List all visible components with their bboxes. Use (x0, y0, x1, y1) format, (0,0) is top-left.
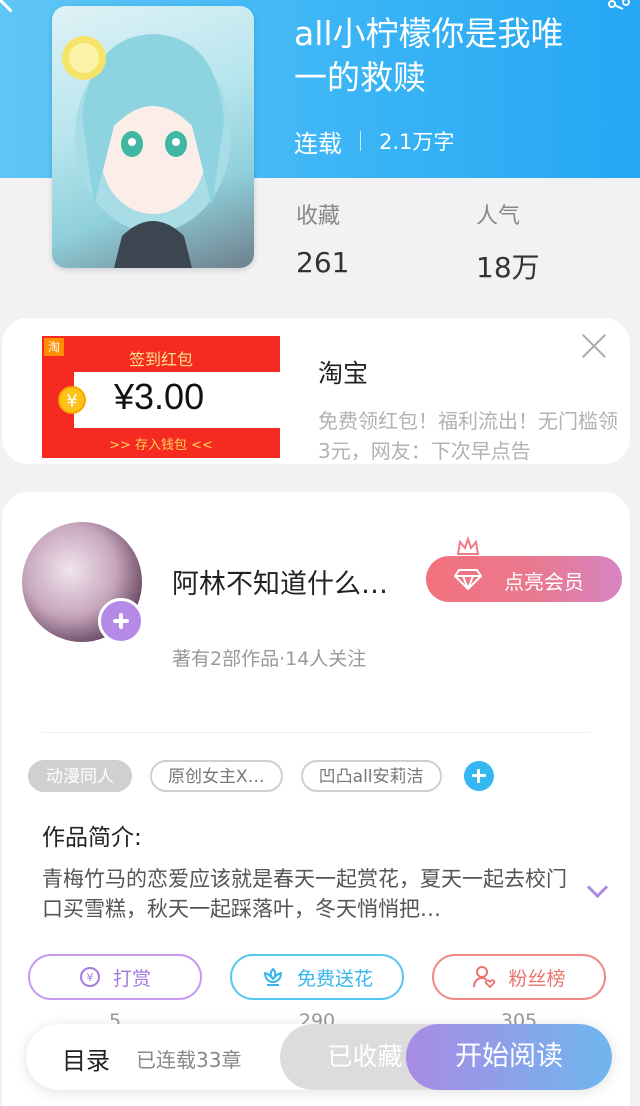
ad-banner-footer: >> 存入钱包 << (109, 438, 213, 453)
start-reading-button[interactable]: 开始阅读 (406, 1024, 612, 1090)
popularity-value: 18万 (476, 251, 540, 284)
share-icon (608, 0, 630, 10)
table-of-contents-button[interactable]: 目录 (62, 1041, 110, 1076)
book-cover[interactable] (52, 6, 254, 268)
intro-text[interactable]: 青梅竹马的恋爱应该就是春天一起赏花，夏天一起去校门口买雪糕，秋天一起踩落叶，冬天… (42, 864, 568, 924)
author-meta: 著有2部作品·14人关注 (172, 648, 367, 670)
crown-icon (456, 535, 480, 556)
popularity-label: 人气 (476, 204, 521, 229)
favorites-label: 收藏 (296, 204, 341, 229)
fan-ranking-label: 粉丝榜 (508, 967, 566, 990)
tag-list: 动漫同人 原创女主X… 凹凸all安莉洁 (28, 760, 494, 792)
popularity-stat: 人气 18万 (476, 198, 540, 286)
svg-text:¥: ¥ (86, 971, 93, 984)
cover-illustration (62, 34, 231, 268)
word-count: 2.1万字 (379, 130, 455, 154)
vip-button-label: 点亮会员 (504, 570, 584, 594)
tag-item[interactable]: 凹凸all安莉洁 (300, 760, 442, 792)
ad-brand: 淘宝 (318, 359, 369, 388)
tag-item[interactable]: 动漫同人 (28, 760, 132, 792)
vip-button[interactable]: 点亮会员 (426, 535, 622, 602)
intro-title: 作品简介: (42, 825, 142, 851)
tag-item[interactable]: 原创女主X… (150, 760, 283, 792)
ad-banner-image[interactable]: 淘 签到红包 ¥ ¥3.00 >> 存入钱包 << (42, 336, 280, 458)
bottom-action-bar: 目录 已连载33章 已收藏 开始阅读 (26, 1024, 612, 1090)
favorites-value: 261 (296, 246, 350, 279)
add-tag-button[interactable] (463, 761, 494, 791)
chapter-status[interactable]: 已连载33章 (136, 1044, 241, 1073)
favorites-stat: 收藏 261 (296, 198, 349, 279)
share-button[interactable] (606, 0, 640, 18)
reward-label: 打赏 (112, 967, 151, 990)
send-flower-button[interactable]: 免费送花 (230, 954, 404, 1000)
book-meta: 连载 2.1万字 (294, 124, 454, 158)
user-heart-icon (472, 965, 496, 989)
coin-icon: ¥ (58, 386, 86, 414)
back-button[interactable] (0, 0, 22, 14)
book-detail-card: 阿林不知道什么… 著有2部作品·14人关注 点亮会员 动漫同人 原创女主X… 凹… (2, 492, 630, 1106)
ad-card[interactable]: 淘 签到红包 ¥ ¥3.00 >> 存入钱包 << 淘宝 免费领红包！福利流出！… (2, 318, 630, 464)
book-title: all小柠檬你是我唯一的救赎 (294, 14, 564, 97)
send-flower-label: 免费送花 (296, 967, 373, 990)
chevron-down-icon[interactable] (586, 884, 610, 900)
diamond-icon (454, 568, 482, 590)
flower-icon (261, 966, 285, 988)
reward-button[interactable]: ¥ 打赏 (28, 954, 202, 1000)
ad-banner-title: 签到红包 (128, 350, 193, 369)
book-status: 连载 (294, 129, 342, 158)
action-buttons: ¥ 打赏 免费送花 粉丝榜 (28, 954, 608, 1004)
ad-amount: ¥3.00 (114, 376, 205, 417)
author-name[interactable]: 阿林不知道什么… (172, 562, 428, 601)
meta-divider (360, 131, 361, 151)
close-icon[interactable] (580, 332, 608, 360)
fan-ranking-button[interactable]: 粉丝榜 (432, 954, 606, 1000)
section-divider (42, 732, 590, 733)
follow-author-button[interactable] (98, 598, 144, 644)
yen-icon: ¥ (79, 966, 101, 988)
ad-description: 免费领红包！福利流出！无门槛领3元，网友：下次早点告 (318, 409, 618, 463)
